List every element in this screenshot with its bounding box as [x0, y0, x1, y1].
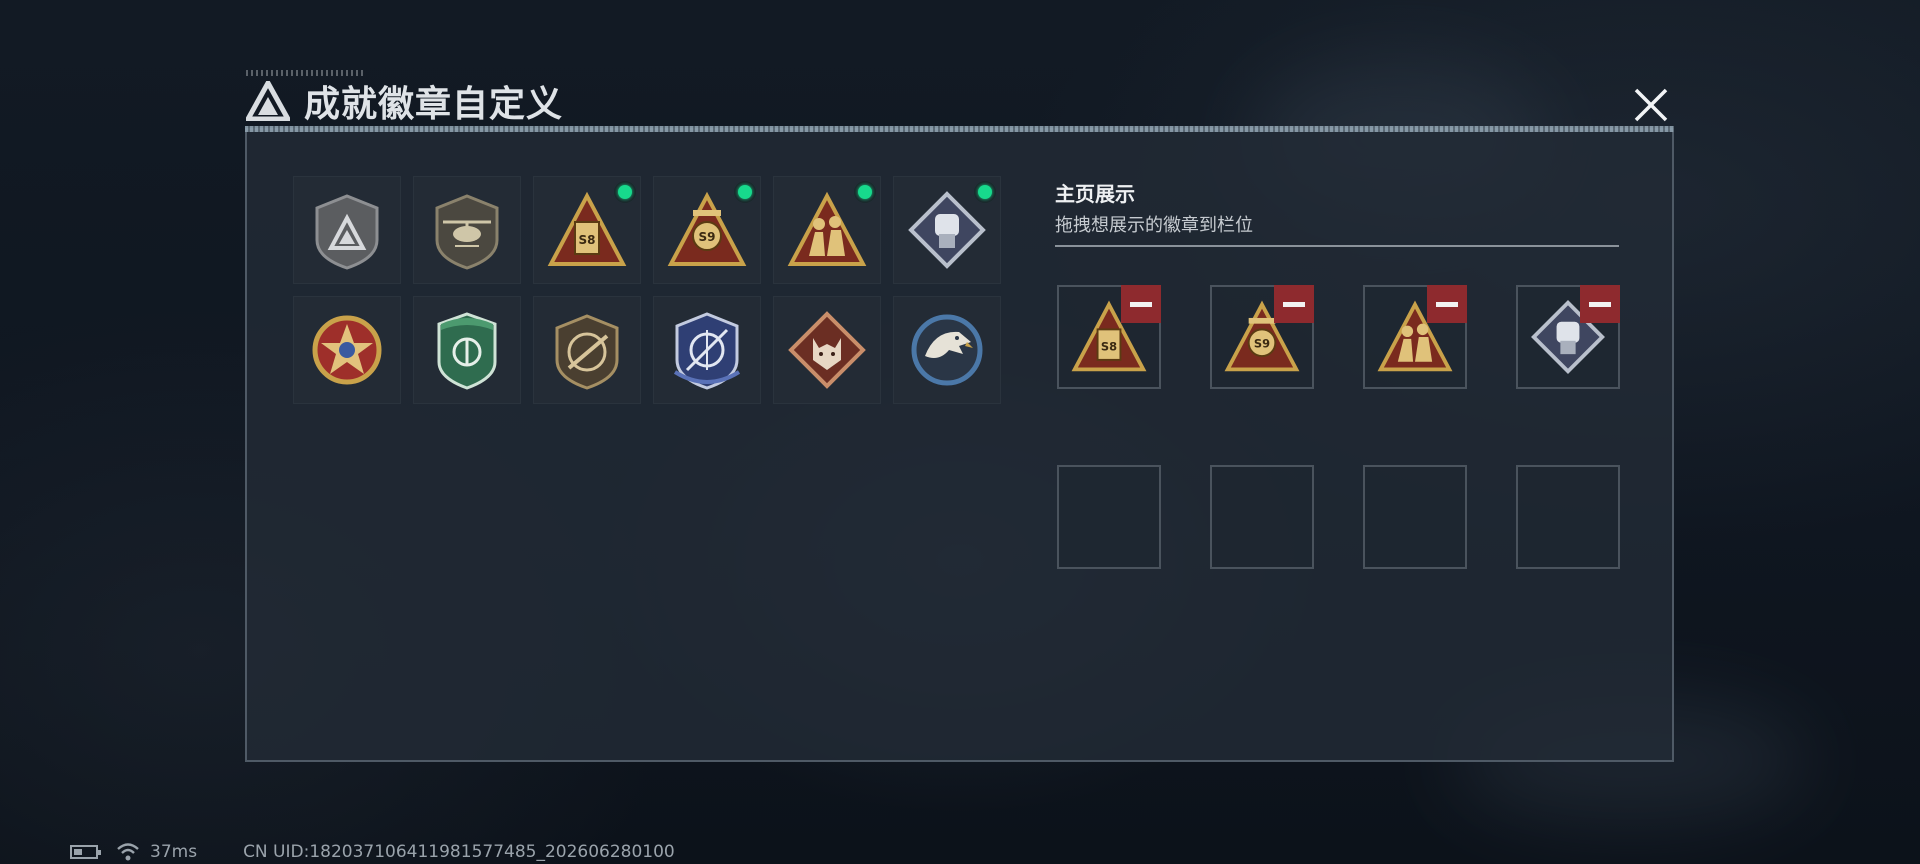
badge-cell[interactable] — [293, 296, 401, 404]
remove-badge-button[interactable] — [1274, 285, 1314, 323]
badge-cell[interactable]: S9 — [653, 176, 761, 284]
s8-gold-triangle-badge-icon: S8 — [547, 191, 627, 266]
showcase-slot[interactable] — [1516, 285, 1620, 389]
equipped-indicator-icon — [974, 181, 996, 203]
green-shield-badge-icon — [437, 312, 497, 390]
svg-text:S9: S9 — [699, 230, 716, 244]
empty-showcase-slot[interactable] — [1363, 465, 1467, 569]
star-medal-badge-icon — [312, 315, 382, 385]
badge-cell[interactable]: S8 — [533, 176, 641, 284]
badge-cell[interactable] — [773, 176, 881, 284]
page-title: 成就徽章自定义 — [304, 84, 564, 125]
showcase-title: 主页展示 — [1055, 182, 1135, 206]
battery-icon — [70, 845, 101, 859]
s9-gold-triangle-badge-icon: S9 — [667, 191, 747, 266]
equipped-indicator-icon — [854, 181, 876, 203]
badge-cell[interactable] — [773, 296, 881, 404]
svg-text:S9: S9 — [1254, 336, 1270, 350]
equipped-indicator-icon — [734, 181, 756, 203]
remove-badge-button[interactable] — [1427, 285, 1467, 323]
uid-text: CN UID:182037106411981577485_20260628010… — [243, 842, 675, 862]
status-bar: 37ms CN UID:182037106411981577485_202606… — [70, 842, 675, 862]
showcase-slot[interactable]: S8 — [1057, 285, 1161, 389]
delta-shield-badge-icon — [315, 194, 379, 270]
svg-text:S8: S8 — [1101, 339, 1117, 353]
svg-text:S8: S8 — [579, 233, 596, 247]
empty-showcase-slot[interactable] — [1057, 465, 1161, 569]
delta-logo-icon — [246, 81, 290, 121]
badge-cell[interactable] — [893, 296, 1001, 404]
badge-cell[interactable] — [413, 176, 521, 284]
badge-collection: S8 S9 — [293, 176, 1001, 404]
divider — [1055, 245, 1619, 247]
badge-cell[interactable] — [653, 296, 761, 404]
showcase-slot[interactable]: S9 — [1210, 285, 1314, 389]
equipped-indicator-icon — [614, 181, 636, 203]
badge-cell[interactable] — [893, 176, 1001, 284]
fist-diamond-badge-icon — [908, 191, 986, 269]
badge-cell[interactable] — [533, 296, 641, 404]
panel-top-border — [245, 126, 1674, 132]
eagle-round-badge-icon — [911, 314, 983, 386]
wifi-icon — [117, 843, 139, 861]
rifle-shield-badge-icon — [555, 314, 619, 390]
empty-showcase-slot[interactable] — [1516, 465, 1620, 569]
window-header: 成就徽章自定义 — [246, 74, 563, 128]
badge-cell[interactable] — [293, 176, 401, 284]
showcase-slot[interactable] — [1363, 285, 1467, 389]
blue-crosshair-shield-badge-icon — [673, 312, 741, 390]
helicopter-badge-icon — [435, 194, 499, 270]
close-icon[interactable] — [1628, 82, 1674, 128]
empty-showcase-slot[interactable] — [1210, 465, 1314, 569]
showcase-slots: S8 S9 — [1057, 285, 1620, 569]
remove-badge-button[interactable] — [1580, 285, 1620, 323]
wolf-diamond-badge-icon — [788, 311, 866, 389]
showcase-hint: 拖拽想展示的徽章到栏位 — [1055, 215, 1253, 236]
ping-value: 37ms — [150, 842, 198, 862]
badge-cell[interactable] — [413, 296, 521, 404]
remove-badge-button[interactable] — [1121, 285, 1161, 323]
soldiers-gold-triangle-badge-icon — [787, 191, 867, 266]
